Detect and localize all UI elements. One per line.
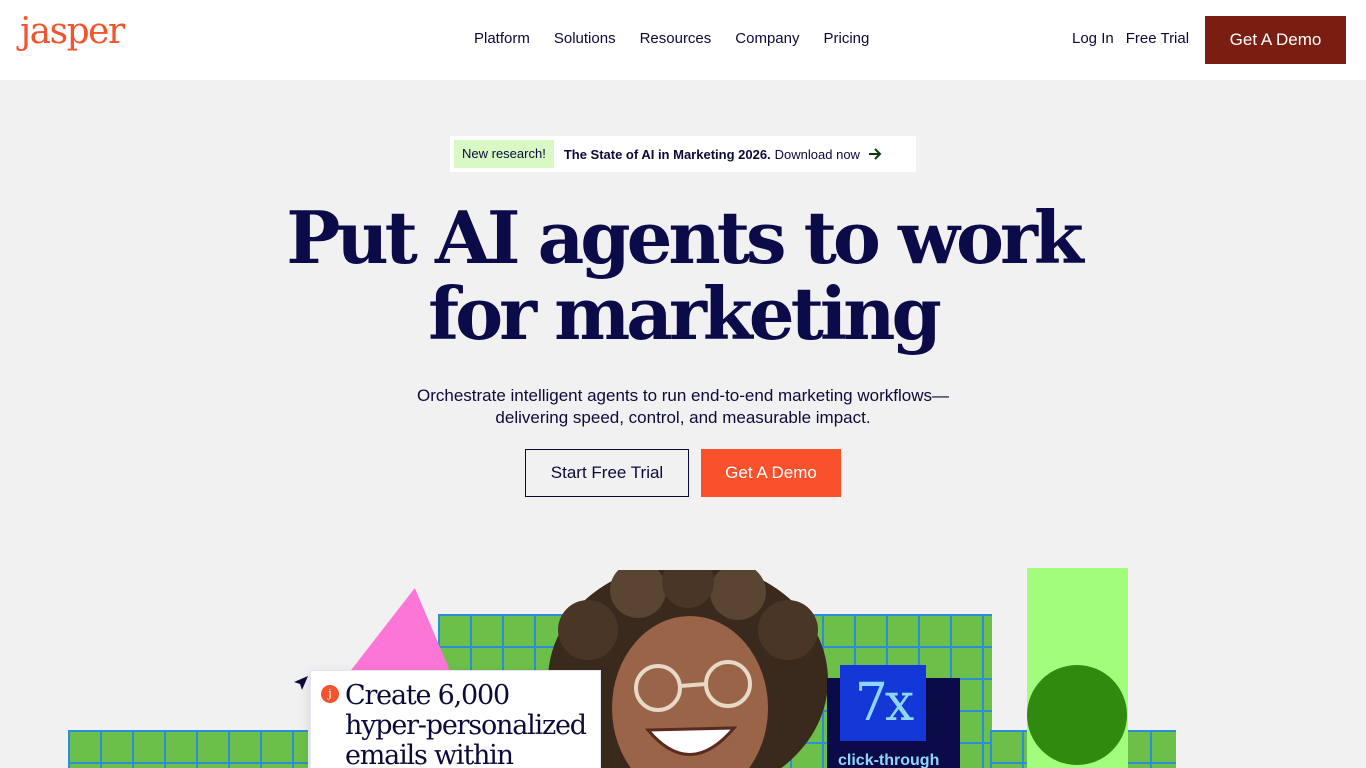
nav-pricing[interactable]: Pricing [823,30,869,47]
banner-tag: New research! [454,140,554,168]
arrow-right-icon [868,147,882,161]
green-circle-shape [1027,665,1127,765]
hero-subtitle-line2: delivering speed, control, and measurabl… [495,408,871,427]
jasper-badge-icon: j [321,685,339,703]
stat-label: click-through [838,752,940,768]
banner-link[interactable]: Download now [775,147,860,162]
nav-resources[interactable]: Resources [640,30,712,47]
main-nav: Platform Solutions Resources Company Pri… [474,30,893,47]
banner-title: The State of AI in Marketing 2026. [563,146,771,162]
feature-card: j Create 6,000 hyper-personalized emails… [310,670,601,768]
get-demo-hero-button[interactable]: Get A Demo [701,449,841,497]
site-header: jasper Platform Solutions Resources Comp… [0,0,1366,80]
start-free-trial-button[interactable]: Start Free Trial [525,449,689,497]
hero-title-line1: Put AI agents to work [286,195,1084,280]
hero-title: Put AI agents to work for marketing [283,200,1084,352]
stat-value: 7x [840,665,926,741]
feature-card-text: Create 6,000 hyper-personalized emails w… [345,680,587,768]
account-links: Log In Free Trial [1072,30,1201,47]
get-demo-header-button[interactable]: Get A Demo [1205,16,1346,64]
grid-tile-left [68,730,308,768]
nav-solutions[interactable]: Solutions [554,30,616,47]
cursor-arrow-icon [294,676,308,690]
research-banner[interactable]: New research! The State of AI in Marketi… [450,136,916,172]
hero-subtitle: Orchestrate intelligent agents to run en… [383,385,983,429]
jasper-logo[interactable]: jasper [20,14,125,50]
nav-platform[interactable]: Platform [474,30,530,47]
hero-subtitle-line1: Orchestrate intelligent agents to run en… [417,386,949,405]
login-link[interactable]: Log In [1072,30,1114,47]
hero-title-line2: for marketing [428,271,942,356]
free-trial-link[interactable]: Free Trial [1126,30,1189,47]
nav-company[interactable]: Company [735,30,799,47]
